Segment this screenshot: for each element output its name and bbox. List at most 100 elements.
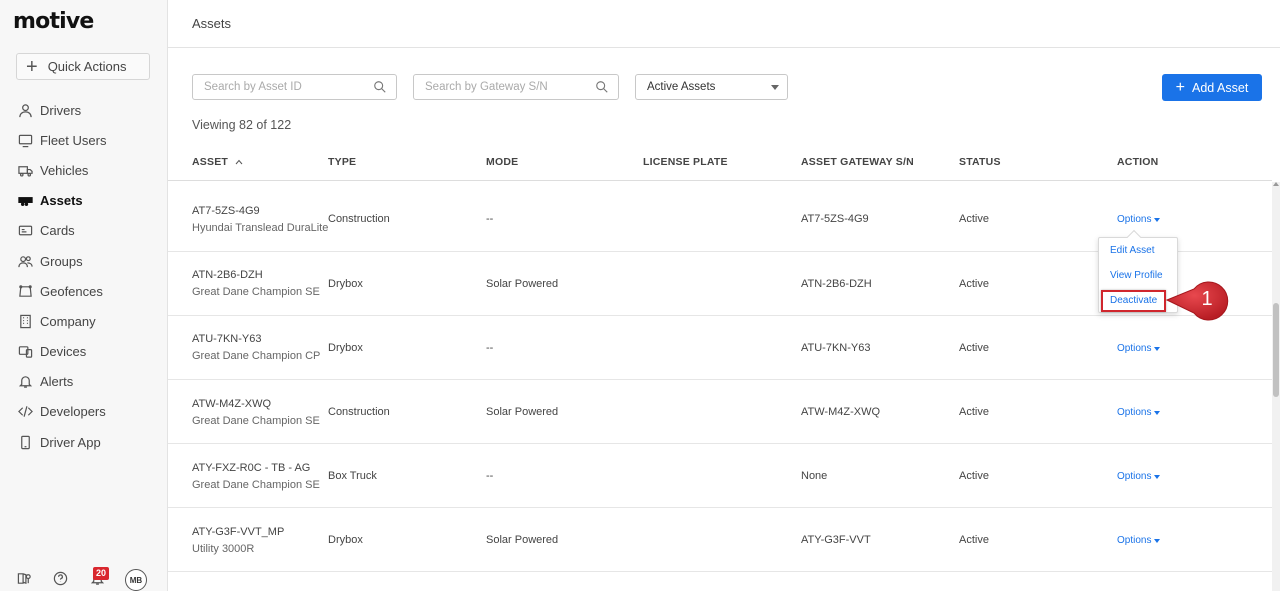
- sidebar-item-label: Assets: [40, 193, 83, 209]
- table-row: ATY-FXZ-R0C - TB - AG Great Dane Champio…: [168, 444, 1272, 508]
- sidebar-item-label: Alerts: [40, 374, 74, 390]
- map-icon[interactable]: [17, 571, 33, 587]
- asset-id[interactable]: ATN-2B6-DZH: [192, 269, 263, 281]
- sidebar-item-drivers[interactable]: Drivers: [0, 95, 167, 125]
- caret-down-icon: [1154, 346, 1161, 351]
- scroll-up-arrow-icon[interactable]: [1273, 182, 1279, 186]
- asset-id[interactable]: ATU-7KN-Y63: [192, 333, 261, 345]
- asset-mode: Solar Powered: [486, 534, 559, 546]
- view-profile-menu-item[interactable]: View Profile: [1110, 270, 1163, 281]
- avatar[interactable]: MB: [125, 569, 147, 591]
- add-asset-label: Add Asset: [1192, 80, 1249, 95]
- asset-mode: --: [486, 342, 494, 354]
- asset-gateway: ATN-2B6-DZH: [801, 278, 872, 290]
- edit-asset-menu-item[interactable]: Edit Asset: [1110, 245, 1154, 256]
- step-callout-number: 1: [1201, 288, 1213, 310]
- column-header-status: STATUS: [959, 156, 1001, 168]
- asset-model: Great Dane Champion SE: [192, 415, 320, 427]
- asset-gateway: None: [801, 470, 828, 482]
- search-icon: [374, 81, 386, 93]
- options-button[interactable]: Options: [1117, 407, 1161, 418]
- scrollbar-thumb[interactable]: [1273, 303, 1279, 397]
- sidebar-item-groups[interactable]: Groups: [0, 246, 167, 276]
- help-icon[interactable]: [53, 571, 69, 587]
- sidebar-item-vehicles[interactable]: Vehicles: [0, 155, 167, 185]
- sidebar-item-label: Cards: [40, 223, 75, 239]
- asset-id[interactable]: ATW-M4Z-XWQ: [192, 398, 271, 410]
- sidebar-item-company[interactable]: Company: [0, 306, 167, 336]
- asset-gateway: AT7-5ZS-4G9: [801, 213, 869, 225]
- sidebar-item-label: Company: [40, 313, 96, 329]
- truck-icon: [17, 162, 33, 178]
- sidebar: motive + Quick Actions Drivers Fleet Use…: [0, 0, 168, 591]
- table-row: ATY-G3F-VVT_MP Utility 3000R Drybox Sola…: [168, 508, 1272, 572]
- column-header-type: TYPE: [328, 156, 357, 168]
- search-gateway[interactable]: [413, 74, 619, 100]
- sidebar-item-label: Fleet Users: [40, 132, 107, 148]
- asset-id[interactable]: ATY-FXZ-R0C - TB - AG: [192, 462, 310, 474]
- asset-type: Drybox: [328, 342, 363, 354]
- asset-id[interactable]: ATY-G3F-VVT_MP: [192, 526, 284, 538]
- column-header-mode: MODE: [486, 156, 519, 168]
- caret-down-icon: [1154, 217, 1161, 222]
- sidebar-item-label: Drivers: [40, 102, 82, 118]
- caret-down-icon: [771, 85, 779, 90]
- plus-icon: +: [1175, 78, 1186, 96]
- quick-actions-button[interactable]: + Quick Actions: [16, 53, 150, 80]
- page-header: Assets: [168, 0, 1280, 48]
- options-button[interactable]: Options: [1117, 214, 1161, 225]
- caret-down-icon: [1154, 474, 1161, 479]
- sidebar-item-label: Groups: [40, 253, 83, 269]
- header-divider: [168, 180, 1272, 181]
- sidebar-item-devices[interactable]: Devices: [0, 337, 167, 367]
- asset-model: Great Dane Champion SE: [192, 479, 320, 491]
- sidebar-item-alerts[interactable]: Alerts: [0, 367, 167, 397]
- asset-type: Construction: [328, 406, 390, 418]
- monitor-icon: [17, 132, 33, 148]
- sidebar-item-label: Devices: [40, 344, 87, 360]
- phone-icon: [17, 434, 33, 450]
- bell-icon: [17, 374, 33, 390]
- options-label: Options: [1117, 214, 1152, 225]
- search-asset-input[interactable]: [193, 81, 353, 93]
- code-icon: [17, 404, 33, 420]
- building-icon: [17, 313, 33, 329]
- asset-status-select[interactable]: Active Assets: [635, 74, 788, 100]
- sidebar-item-geofences[interactable]: Geofences: [0, 276, 167, 306]
- options-button[interactable]: Options: [1117, 471, 1161, 482]
- search-asset-id[interactable]: [192, 74, 397, 100]
- options-label: Options: [1117, 407, 1152, 418]
- table-row: ATW-M4Z-XWQ Great Dane Champion SE Const…: [168, 380, 1272, 444]
- caret-down-icon: [1154, 410, 1161, 415]
- select-value: Active Assets: [647, 81, 716, 93]
- table-row: ATU-7KN-Y63 Great Dane Champion CP Drybo…: [168, 316, 1272, 380]
- motive-logo[interactable]: motive: [13, 9, 94, 34]
- search-icon: [596, 81, 608, 93]
- asset-gateway: ATU-7KN-Y63: [801, 342, 871, 354]
- options-button[interactable]: Options: [1117, 535, 1161, 546]
- asset-gateway: ATW-M4Z-XWQ: [801, 406, 881, 418]
- options-button[interactable]: Options: [1117, 343, 1161, 354]
- sidebar-item-assets[interactable]: Assets: [0, 186, 167, 216]
- column-header-asset[interactable]: ASSET: [192, 156, 243, 168]
- asset-status: Active: [959, 213, 989, 225]
- asset-mode: --: [486, 213, 494, 225]
- geofence-icon: [17, 283, 33, 299]
- search-gateway-input[interactable]: [414, 81, 574, 93]
- plus-icon: +: [26, 55, 38, 78]
- sidebar-item-driver-app[interactable]: Driver App: [0, 427, 167, 457]
- sidebar-item-cards[interactable]: Cards: [0, 216, 167, 246]
- asset-id[interactable]: AT7-5ZS-4G9: [192, 205, 260, 217]
- asset-model: Utility 3000R: [192, 543, 255, 555]
- column-header-action: ACTION: [1117, 156, 1159, 168]
- asset-mode: --: [486, 470, 494, 482]
- asset-status: Active: [959, 406, 989, 418]
- sidebar-item-label: Driver App: [40, 434, 101, 450]
- sidebar-item-fleet-users[interactable]: Fleet Users: [0, 125, 167, 155]
- sidebar-nav: Drivers Fleet Users Vehicles Assets Card…: [0, 95, 167, 457]
- column-header-license-plate: LICENSE PLATE: [643, 156, 728, 168]
- add-asset-button[interactable]: + Add Asset: [1162, 74, 1262, 101]
- sidebar-item-developers[interactable]: Developers: [0, 397, 167, 427]
- caret-down-icon: [1154, 538, 1161, 543]
- asset-status: Active: [959, 534, 989, 546]
